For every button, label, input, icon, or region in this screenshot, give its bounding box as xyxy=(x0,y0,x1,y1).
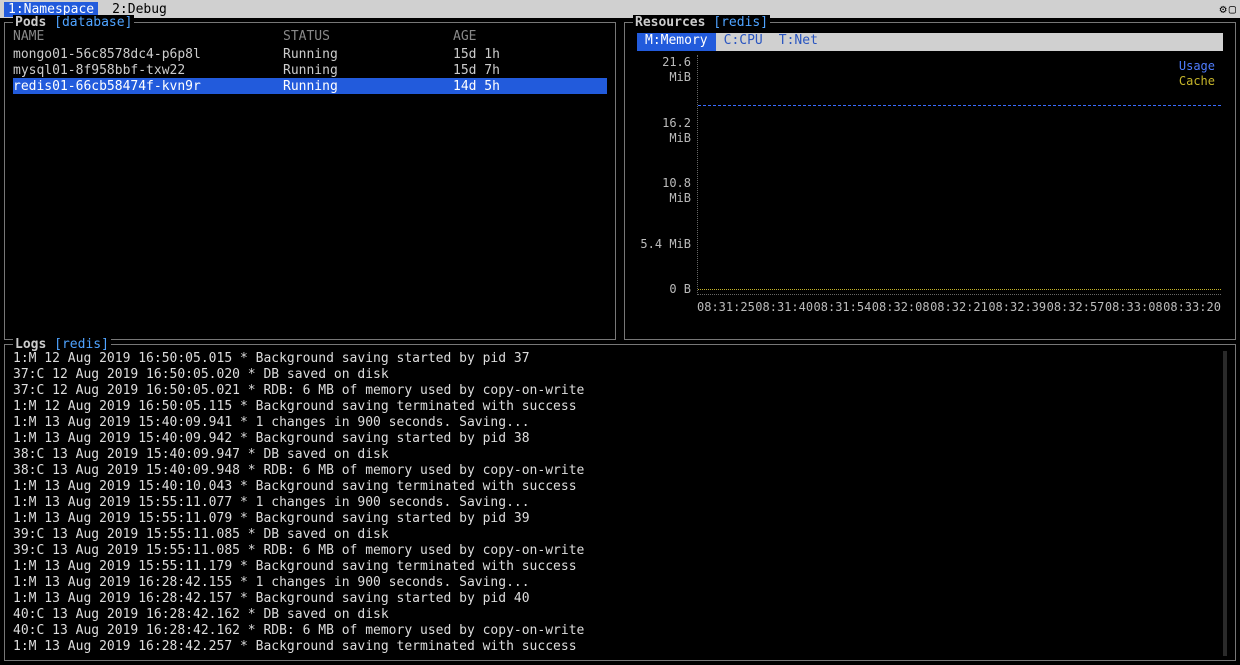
pod-status: Running xyxy=(283,47,453,62)
y-tick: 10.8 MiB xyxy=(635,176,691,206)
x-axis-labels: 08:31:25 08:31:40 08:31:54 08:32:08 08:3… xyxy=(697,300,1221,315)
logs-body[interactable]: 1:M 12 Aug 2019 16:50:05.015 * Backgroun… xyxy=(13,351,1227,656)
pod-age: 15d 1h xyxy=(453,47,607,62)
x-tick: 08:31:40 xyxy=(755,300,813,315)
log-line: 1:M 12 Aug 2019 16:50:05.115 * Backgroun… xyxy=(13,399,1227,415)
log-line: 1:M 13 Aug 2019 16:28:42.155 * 1 changes… xyxy=(13,575,1227,591)
x-tick: 08:32:21 xyxy=(930,300,988,315)
legend-cache: Cache xyxy=(1179,74,1215,89)
usage-line xyxy=(698,105,1221,106)
x-tick: 08:33:20 xyxy=(1163,300,1221,315)
pod-age: 14d 5h xyxy=(453,79,607,94)
pod-status: Running xyxy=(283,79,453,94)
maximize-icon[interactable]: ▢ xyxy=(1229,2,1236,17)
memory-chart: 21.6 MiB 16.2 MiB 10.8 MiB 5.4 MiB 0 B U… xyxy=(635,55,1225,315)
pods-panel: Pods [database] NAME STATUS AGE mongo01-… xyxy=(4,22,616,340)
logs-context: [redis] xyxy=(54,337,109,352)
log-line: 39:C 13 Aug 2019 15:55:11.085 * DB saved… xyxy=(13,527,1227,543)
y-tick: 0 B xyxy=(635,282,691,297)
logs-title-text: Logs xyxy=(15,337,46,352)
plot-area: Usage Cache xyxy=(697,55,1221,295)
log-line: 40:C 13 Aug 2019 16:28:42.162 * RDB: 6 M… xyxy=(13,623,1227,639)
resources-panel: Resources [redis] M:Memory C:CPU T:Net 2… xyxy=(624,22,1236,340)
app-root: 1:Namespace 2:Debug ⚙ ▢ Pods [database] … xyxy=(0,0,1240,665)
logs-title: Logs [redis] xyxy=(13,337,111,352)
pod-name: mysql01-8f958bbf-txw22 xyxy=(13,63,283,78)
scrollbar[interactable] xyxy=(1223,351,1227,656)
chart-legend: Usage Cache xyxy=(1179,59,1215,89)
logs-panel: Logs [redis] 1:M 12 Aug 2019 16:50:05.01… xyxy=(4,344,1236,661)
log-line: 38:C 13 Aug 2019 15:40:09.948 * RDB: 6 M… xyxy=(13,463,1227,479)
table-row[interactable]: mongo01-56c8578dc4-p6p8l Running 15d 1h xyxy=(13,46,607,62)
pod-age: 15d 7h xyxy=(453,63,607,78)
log-line: 39:C 13 Aug 2019 15:55:11.085 * RDB: 6 M… xyxy=(13,543,1227,559)
table-row[interactable]: redis01-66cb58474f-kvn9r Running 14d 5h xyxy=(13,78,607,94)
log-line: 37:C 12 Aug 2019 16:50:05.020 * DB saved… xyxy=(13,367,1227,383)
log-line: 1:M 12 Aug 2019 16:50:05.015 * Backgroun… xyxy=(13,351,1227,367)
x-tick: 08:31:25 xyxy=(697,300,755,315)
titlebar-icons: ⚙ ▢ xyxy=(1220,2,1236,17)
col-name-header: NAME xyxy=(13,29,283,44)
pods-header: NAME STATUS AGE xyxy=(13,29,607,44)
subtab-memory[interactable]: M:Memory xyxy=(637,33,716,51)
pods-title: Pods [database] xyxy=(13,15,134,30)
subtab-cpu[interactable]: C:CPU xyxy=(716,33,771,51)
top-tab-bar: 1:Namespace 2:Debug ⚙ ▢ xyxy=(0,0,1240,18)
col-age-header: AGE xyxy=(453,29,607,44)
pods-context: [database] xyxy=(54,15,132,30)
log-line: 40:C 13 Aug 2019 16:28:42.162 * DB saved… xyxy=(13,607,1227,623)
y-tick: 21.6 MiB xyxy=(635,55,691,85)
resources-title-text: Resources xyxy=(635,15,705,30)
log-line: 1:M 13 Aug 2019 15:55:11.077 * 1 changes… xyxy=(13,495,1227,511)
log-line: 1:M 13 Aug 2019 16:28:42.257 * Backgroun… xyxy=(13,639,1227,655)
log-line: 1:M 13 Aug 2019 15:55:11.179 * Backgroun… xyxy=(13,559,1227,575)
pod-status: Running xyxy=(283,63,453,78)
y-axis-labels: 21.6 MiB 16.2 MiB 10.8 MiB 5.4 MiB 0 B xyxy=(635,55,695,297)
log-line: 1:M 13 Aug 2019 16:28:42.157 * Backgroun… xyxy=(13,591,1227,607)
subtab-net[interactable]: T:Net xyxy=(771,33,826,51)
table-row[interactable]: mysql01-8f958bbf-txw22 Running 15d 7h xyxy=(13,62,607,78)
legend-usage: Usage xyxy=(1179,59,1215,74)
y-tick: 5.4 MiB xyxy=(635,237,691,252)
resources-title: Resources [redis] xyxy=(633,15,770,30)
x-tick: 08:33:08 xyxy=(1105,300,1163,315)
log-line: 1:M 13 Aug 2019 15:40:10.043 * Backgroun… xyxy=(13,479,1227,495)
log-line: 38:C 13 Aug 2019 15:40:09.947 * DB saved… xyxy=(13,447,1227,463)
col-status-header: STATUS xyxy=(283,29,453,44)
y-tick: 16.2 MiB xyxy=(635,116,691,146)
upper-row: Pods [database] NAME STATUS AGE mongo01-… xyxy=(0,18,1240,340)
resources-subtabs: M:Memory C:CPU T:Net xyxy=(637,33,1223,51)
cache-line xyxy=(698,289,1221,290)
pods-title-text: Pods xyxy=(15,15,46,30)
log-line: 1:M 13 Aug 2019 15:40:09.941 * 1 changes… xyxy=(13,415,1227,431)
x-tick: 08:31:54 xyxy=(814,300,872,315)
x-tick: 08:32:39 xyxy=(988,300,1046,315)
resources-context: [redis] xyxy=(713,15,768,30)
pods-body: mongo01-56c8578dc4-p6p8l Running 15d 1h … xyxy=(13,46,607,94)
gear-icon[interactable]: ⚙ xyxy=(1220,2,1227,17)
log-line: 1:M 13 Aug 2019 15:40:09.942 * Backgroun… xyxy=(13,431,1227,447)
log-lines: 1:M 12 Aug 2019 16:50:05.015 * Backgroun… xyxy=(13,351,1227,655)
x-tick: 08:32:57 xyxy=(1047,300,1105,315)
log-line: 37:C 12 Aug 2019 16:50:05.021 * RDB: 6 M… xyxy=(13,383,1227,399)
pod-name: mongo01-56c8578dc4-p6p8l xyxy=(13,47,283,62)
log-line: 1:M 13 Aug 2019 15:55:11.079 * Backgroun… xyxy=(13,511,1227,527)
x-tick: 08:32:08 xyxy=(872,300,930,315)
pod-name: redis01-66cb58474f-kvn9r xyxy=(13,79,283,94)
